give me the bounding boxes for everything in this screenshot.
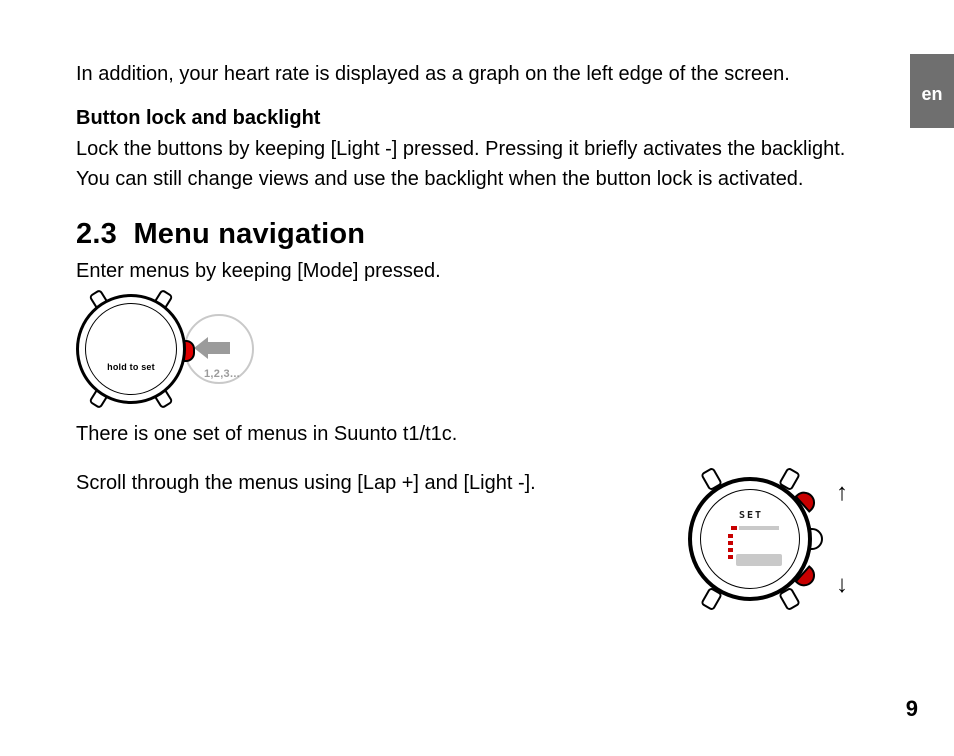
subheading-button-lock: Button lock and backlight bbox=[76, 107, 878, 130]
section-heading-menu-navigation: 2.3 Menu navigation bbox=[76, 218, 878, 251]
watch-face-icon: SET bbox=[700, 489, 800, 589]
menu-nav-p2: There is one set of menus in Suunto t1/t… bbox=[76, 420, 878, 449]
watch-screen-word: SET bbox=[739, 510, 763, 521]
section-number: 2.3 bbox=[76, 218, 117, 250]
screen-marker-icon bbox=[731, 526, 737, 530]
menu-nav-p1: Enter menus by keeping [Mode] pressed. bbox=[76, 257, 878, 286]
button-lock-body: Lock the buttons by keeping [Light -] pr… bbox=[76, 134, 878, 194]
screen-bars-icon bbox=[728, 534, 733, 562]
page-number: 9 bbox=[906, 696, 918, 722]
press-count-label: 1,2,3... bbox=[204, 368, 240, 380]
language-tab: en bbox=[910, 54, 954, 128]
menu-nav-p3: Scroll through the menus using [Lap +] a… bbox=[76, 469, 608, 498]
figure-hold-to-set: hold to set 1,2,3... bbox=[76, 294, 252, 404]
document-page: en In addition, your heart rate is displ… bbox=[0, 0, 954, 756]
watch-screen-label: hold to set bbox=[107, 362, 155, 372]
figure-scroll-menus: SET ↑ ↓ bbox=[678, 467, 878, 617]
arrow-down-icon: ↓ bbox=[836, 573, 848, 597]
arrow-left-icon bbox=[206, 342, 230, 354]
intro-paragraph: In addition, your heart rate is displaye… bbox=[76, 60, 878, 89]
section-title: Menu navigation bbox=[133, 218, 365, 250]
arrow-up-icon: ↑ bbox=[836, 481, 848, 505]
screen-field-icon bbox=[736, 554, 782, 566]
screen-marker-icon bbox=[739, 526, 779, 530]
watch-face-icon: hold to set bbox=[85, 303, 177, 395]
